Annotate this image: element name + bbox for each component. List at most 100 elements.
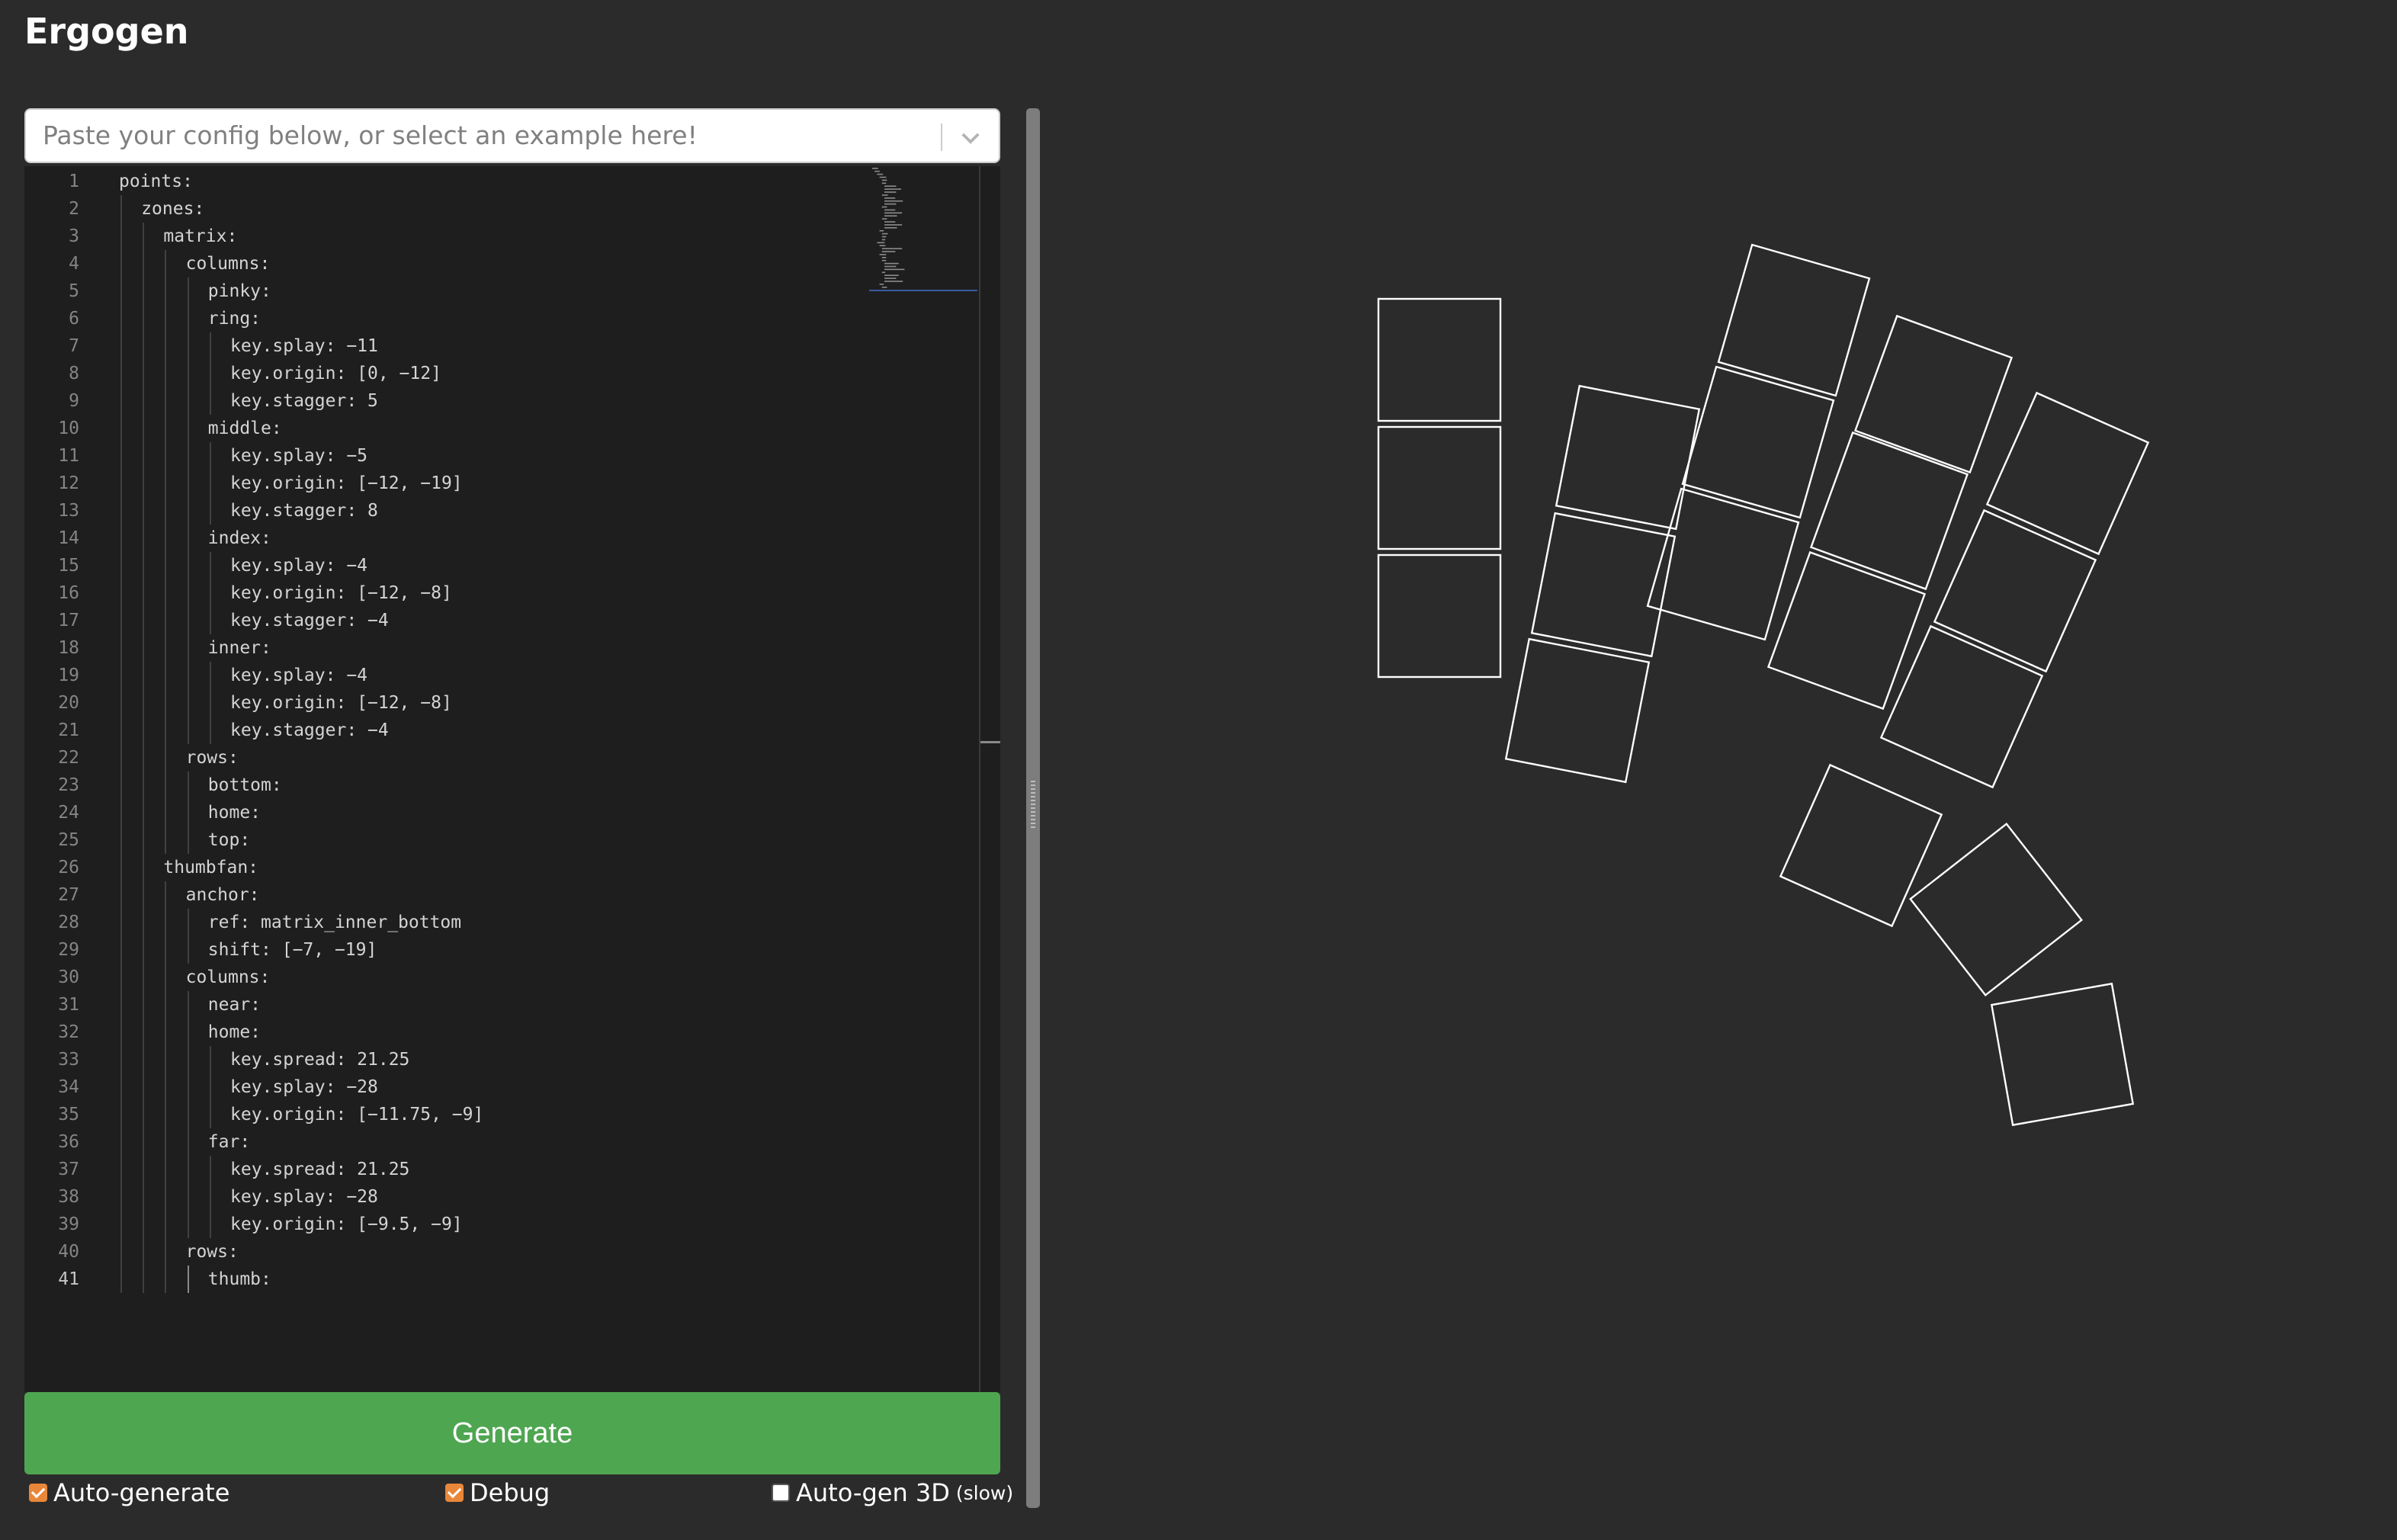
indent-guide: [120, 1101, 122, 1128]
auto-gen-3d-option[interactable]: Auto-gen 3D (slow): [772, 1476, 1013, 1510]
code-line: key.origin: [0, −12]: [230, 364, 441, 383]
minimap-line: [879, 176, 887, 178]
auto-generate-option[interactable]: Auto-generate: [29, 1476, 229, 1510]
indent-guide: [120, 744, 122, 772]
key-outline: [1779, 763, 1943, 928]
indent-guide: [120, 909, 122, 936]
indent-guide: [209, 662, 211, 689]
code-line: pinky:: [207, 281, 271, 301]
key-outline: [1879, 624, 2044, 789]
indent-guide: [120, 1211, 122, 1238]
chevron-down-icon[interactable]: [958, 125, 984, 151]
indent-guide: [165, 964, 167, 991]
indent-guide: [165, 909, 167, 936]
code-line: key.origin: [−12, −8]: [230, 693, 452, 713]
line-number: 36: [58, 1132, 79, 1152]
indent-guide: [120, 552, 122, 579]
code-line: shift: [−7, −19]: [207, 940, 377, 960]
key-outline: [1909, 823, 2083, 996]
indent-guide: [209, 579, 211, 607]
indent-guide: [120, 1266, 122, 1293]
indent-guide: [209, 1183, 211, 1211]
debug-option[interactable]: Debug: [445, 1476, 550, 1510]
app-title: Ergogen: [24, 11, 189, 52]
editor-minimap[interactable]: [869, 166, 982, 296]
indent-guide: [165, 1156, 167, 1183]
code-line: top:: [207, 830, 251, 850]
config-code-editor[interactable]: 1 2 3 4 5 6 7 8 9 10 11 12 13 14 15 16 17 18 19 20 21 22 23 24 2…: [24, 166, 1000, 1392]
generate-button[interactable]: Generate: [24, 1392, 1000, 1474]
key-outline: [1504, 637, 1651, 784]
minimap-line: [881, 248, 903, 249]
indent-guide: [120, 470, 122, 497]
line-number: 6: [69, 309, 79, 329]
line-number: 22: [58, 748, 79, 768]
line-number: 24: [58, 803, 79, 823]
minimap-line: [884, 221, 896, 223]
indent-guide: [187, 689, 189, 717]
auto-generate-checkbox[interactable]: [29, 1484, 47, 1502]
indent-guide: [187, 826, 189, 854]
line-number: 31: [58, 995, 79, 1015]
indent-guide: [187, 387, 189, 415]
code-line: anchor:: [185, 885, 260, 905]
code-line: key.splay: −28: [230, 1077, 378, 1097]
minimap-line: [884, 215, 897, 217]
code-line: ring:: [207, 309, 262, 329]
minimap-line: [881, 206, 887, 208]
minimap-line: [881, 182, 887, 184]
indent-guide: [120, 387, 122, 415]
indent-guide: [143, 717, 145, 744]
indent-guide: [120, 1019, 122, 1046]
auto-gen-3d-checkbox[interactable]: [772, 1484, 790, 1502]
indent-guide: [187, 1128, 189, 1156]
indent-guide: [209, 332, 211, 360]
line-number: 23: [58, 775, 79, 795]
minimap-line: [881, 179, 887, 181]
indent-guide: [165, 470, 167, 497]
indent-guide: [143, 579, 145, 607]
indent-guide: [143, 634, 145, 662]
debug-checkbox[interactable]: [445, 1484, 464, 1502]
code-area[interactable]: points: zones: matrix: columns: pinky: ring: k…: [119, 166, 863, 1392]
indent-guide: [143, 1238, 145, 1266]
minimap-line: [884, 265, 897, 268]
indent-guide: [165, 250, 167, 278]
minimap-line: [884, 212, 903, 214]
indent-guide: [120, 360, 122, 387]
indent-guide: [143, 964, 145, 991]
indent-guide: [209, 1073, 211, 1101]
minimap-line: [884, 274, 899, 276]
indent-guide: [143, 442, 145, 470]
indent-guide: [165, 881, 167, 909]
indent-guide: [187, 1156, 189, 1183]
example-config-select[interactable]: Paste your config below, or select an ex…: [24, 108, 1000, 163]
indent-guide: [143, 689, 145, 717]
indent-guide: [165, 744, 167, 772]
key-outline: [1990, 982, 2135, 1127]
code-line: far:: [207, 1132, 251, 1152]
line-number: 5: [69, 281, 79, 301]
line-number: 27: [58, 885, 79, 905]
indent-guide: [143, 854, 145, 881]
indent-guide: [165, 1073, 167, 1101]
panel-resize-handle[interactable]: [1026, 108, 1040, 1508]
line-number: 1: [69, 172, 79, 191]
auto-generate-label: Auto-generate: [53, 1478, 230, 1507]
indent-guide: [165, 991, 167, 1019]
indent-guide: [187, 525, 189, 552]
key-outline: [1377, 553, 1502, 679]
editor-scrollbar-track[interactable]: [979, 166, 980, 1392]
indent-guide: [165, 772, 167, 799]
code-line: home:: [207, 1022, 262, 1042]
code-line: key.stagger: 8: [230, 501, 378, 521]
indent-guide: [209, 1101, 211, 1128]
indent-guide: [143, 360, 145, 387]
indent-guide: [165, 1266, 167, 1293]
indent-guide: [187, 717, 189, 744]
line-number: 10: [58, 419, 79, 438]
line-number: 25: [58, 830, 79, 850]
key-outline: [1555, 384, 1701, 531]
code-line: middle:: [207, 419, 282, 438]
indent-guide: [120, 1183, 122, 1211]
